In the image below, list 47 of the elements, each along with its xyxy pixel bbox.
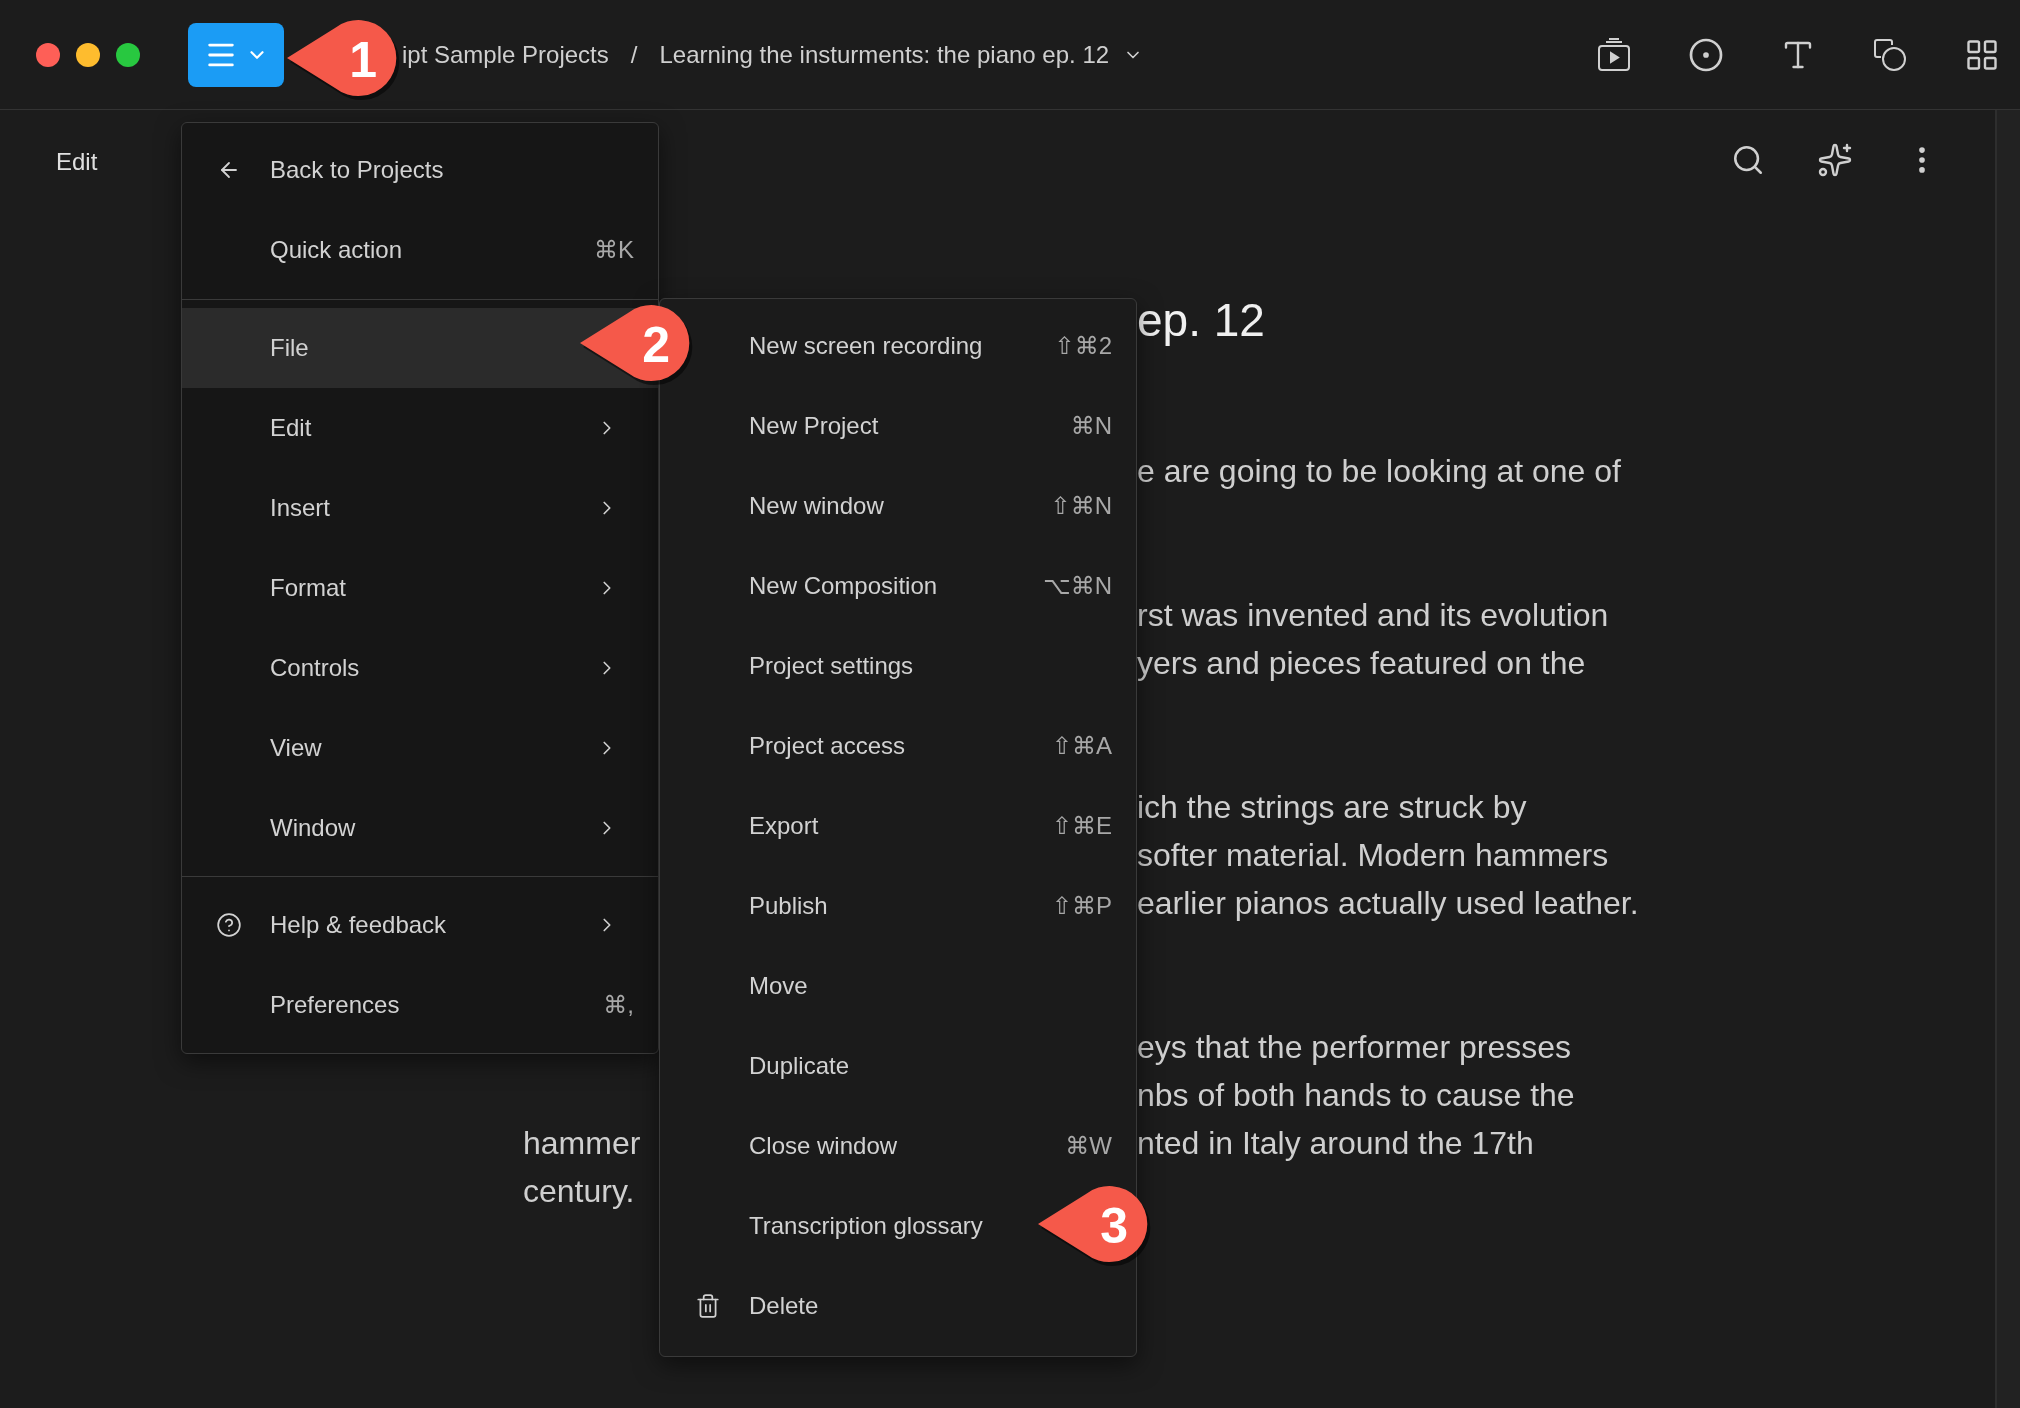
body-text: nbs of both hands to cause the — [1137, 1076, 1575, 1114]
menu-item-label: Edit — [270, 414, 312, 442]
body-text: earlier pianos actually used leather. — [1137, 884, 1639, 922]
shortcut-text: ⌘, — [603, 991, 635, 1019]
menu-item-label: Quick action — [270, 236, 403, 264]
shortcut-text: ⇧⌘A — [1051, 732, 1113, 760]
body-text: hammer — [523, 1124, 641, 1161]
menu-item-label: Publish — [749, 892, 828, 920]
shortcut-text: ⇧⌘N — [1050, 492, 1113, 520]
body-text: eys that the performer presses — [1137, 1028, 1571, 1066]
menu-item-label: Delete — [749, 1292, 819, 1320]
menu-item-label: New screen recording — [749, 332, 983, 360]
document-heading: ep. 12 — [1137, 293, 1265, 347]
shortcut-text: ⌘W — [1065, 1132, 1113, 1160]
menu-item-label: New window — [749, 492, 884, 520]
menu-item-label: Project settings — [749, 652, 914, 680]
menu-item-label: Preferences — [270, 991, 400, 1019]
shortcut-text: ⇧⌘E — [1051, 812, 1113, 840]
shortcut-text: ⇧⌘P — [1051, 892, 1113, 920]
menu-item-label: File — [270, 334, 309, 362]
menu-item-label: Close window — [749, 1132, 898, 1160]
menu-item-label: Back to Projects — [270, 156, 444, 184]
body-text: ich the strings are struck by — [1137, 788, 1527, 826]
edit-label: Edit — [56, 148, 98, 175]
menu-item-label: Export — [749, 812, 819, 840]
shortcut-text: ⌥⌘N — [1043, 572, 1113, 600]
menu-item-label: Window — [270, 814, 356, 842]
menu-item-label: Help & feedback — [270, 911, 447, 939]
body-text: century. — [523, 1172, 635, 1209]
menu-item-label: Project access — [749, 732, 906, 760]
shortcut-text: ⌘N — [1070, 412, 1113, 440]
menu-item-label: View — [270, 734, 322, 762]
body-text: softer material. Modern hammers — [1137, 836, 1609, 874]
shortcut-text: ⌘K — [594, 236, 635, 264]
body-text: nted in Italy around the 17th — [1137, 1124, 1534, 1162]
menu-item-label: Move — [749, 972, 808, 1000]
breadcrumb-separator: / — [630, 40, 638, 69]
body-text: e are going to be looking at one of — [1137, 452, 1621, 490]
menu-item-label: Controls — [270, 654, 360, 682]
menu-item-label: Format — [270, 574, 346, 602]
shortcut-text: ⇧⌘2 — [1054, 332, 1113, 360]
menu-item-label: Duplicate — [749, 1052, 850, 1080]
body-text: rst was invented and its evolution — [1137, 596, 1609, 634]
body-text: yers and pieces featured on the — [1137, 644, 1586, 682]
menu-item-label: New Composition — [749, 572, 938, 600]
menu-item-label: New Project — [749, 412, 879, 440]
menu-item-label: Insert — [270, 494, 331, 522]
